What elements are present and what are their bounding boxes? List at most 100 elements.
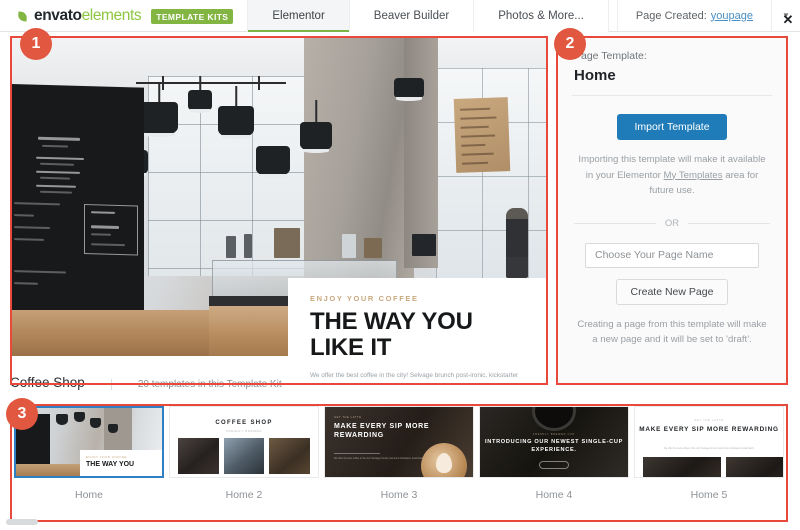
thumb2-image-2 bbox=[223, 438, 265, 474]
thumb5-kicker: GET THE LATTE bbox=[693, 419, 725, 422]
panel-divider bbox=[572, 95, 772, 96]
thumb4-button bbox=[539, 461, 569, 469]
hero-card: ENJOY YOUR COFFEE THE WAY YOU LIKE IT We… bbox=[288, 278, 546, 383]
photo-person bbox=[506, 208, 528, 278]
thumbnail-label-home-5: Home 5 bbox=[690, 489, 728, 501]
or-line-right bbox=[688, 222, 770, 224]
photo-pendant-lamp-5 bbox=[300, 100, 332, 158]
photo-equipment-5 bbox=[364, 238, 382, 258]
tab-elementor[interactable]: Elementor bbox=[248, 0, 350, 32]
thumbnail-home-4-image: FRESHLY BREWED CUP INTRODUCING OUR NEWES… bbox=[479, 406, 629, 478]
import-note: Importing this template will make it ava… bbox=[574, 152, 770, 199]
photo-equipment-6 bbox=[412, 234, 436, 256]
template-thumbnail-strip: ENJOY YOUR COFFEE THE WAY YOU Home COFFE… bbox=[12, 406, 786, 520]
horizontal-scrollbar-handle[interactable] bbox=[6, 519, 38, 525]
photo-equipment-2 bbox=[244, 234, 252, 258]
thumb1-lamp-4 bbox=[108, 424, 118, 433]
thumbnail-label-home-2: Home 2 bbox=[225, 489, 263, 501]
page-created: Page Created: youpage bbox=[618, 0, 772, 31]
page-name-input[interactable] bbox=[585, 242, 759, 268]
thumb5-image-2 bbox=[725, 457, 783, 477]
close-icon[interactable]: ✕ bbox=[780, 12, 796, 28]
photo-pendant-lamp-1 bbox=[140, 84, 178, 144]
photo-equipment-3 bbox=[274, 228, 300, 258]
annotation-badge-3: 3 bbox=[6, 398, 38, 430]
thumb1-lamp-2 bbox=[74, 412, 85, 422]
thumb4-kicker: FRESHLY BREWED CUP bbox=[532, 433, 576, 436]
logo-elements: elements bbox=[81, 7, 142, 24]
photo-chalkboard-menu bbox=[12, 84, 144, 326]
thumb5-title: MAKE EVERY SIP MORE REWARDING bbox=[639, 426, 779, 433]
thumb2-heading: COFFEE SHOP bbox=[215, 420, 273, 426]
photo-concrete-pillar bbox=[304, 38, 414, 288]
or-label: OR bbox=[664, 217, 680, 229]
topbar-spacer bbox=[609, 0, 618, 31]
tab-photos-and-more[interactable]: Photos & More... bbox=[474, 0, 609, 32]
panel-title: Home bbox=[574, 67, 616, 84]
photo-rail-drop-2 bbox=[258, 76, 260, 90]
kit-title: Coffee Shop bbox=[10, 375, 85, 390]
thumb3-rule bbox=[334, 453, 380, 454]
photo-pendant-lamp-4 bbox=[256, 146, 290, 206]
thumb1-title: THE WAY YOU bbox=[86, 461, 135, 468]
photo-equipment-4 bbox=[342, 234, 356, 258]
logo-envato: envato bbox=[34, 7, 82, 24]
thumb1-card: ENJOY YOUR COFFEE THE WAY YOU bbox=[80, 450, 162, 476]
template-kits-badge: TEMPLATE KITS bbox=[151, 8, 234, 24]
thumbnail-home-2[interactable]: COFFEE SHOP FRESHLY BREWED Home 2 bbox=[167, 406, 321, 520]
or-divider: OR bbox=[574, 218, 770, 229]
template-preview[interactable]: ENJOY YOUR COFFEE THE WAY YOU LIKE IT We… bbox=[12, 38, 546, 383]
annotation-badge-1: 1 bbox=[20, 28, 52, 60]
hero-title: THE WAY YOU LIKE IT bbox=[310, 309, 528, 361]
thumb5-image-1 bbox=[643, 457, 721, 477]
thumb1-kicker: ENJOY YOUR COFFEE bbox=[86, 455, 127, 459]
photo-pendant-lamp-3 bbox=[218, 86, 254, 148]
tab-beaver-builder[interactable]: Beaver Builder bbox=[349, 0, 475, 32]
hero-title-line-1: THE WAY YOU bbox=[310, 308, 473, 335]
thumbnail-home-4[interactable]: FRESHLY BREWED CUP INTRODUCING OUR NEWES… bbox=[477, 406, 631, 520]
photo-pendant-lamp-6 bbox=[394, 78, 424, 104]
thumb1-lamp-1 bbox=[56, 414, 68, 425]
builder-tabs: Elementor Beaver Builder Photos & More..… bbox=[248, 0, 609, 32]
import-template-button[interactable]: Import Template bbox=[617, 114, 727, 140]
photo-hanging-paper-menu bbox=[453, 97, 511, 173]
photo-pendant-lamp-2 bbox=[188, 76, 212, 120]
thumbnail-home-3-image: GET THE LATTE MAKE EVERY SIP MORE REWARD… bbox=[324, 406, 474, 478]
thumb3-title: MAKE EVERY SIP MORE REWARDING bbox=[334, 423, 430, 439]
photo-counter-left bbox=[12, 310, 222, 356]
thumbnail-label-home: Home bbox=[74, 489, 103, 501]
annotation-badge-2: 2 bbox=[554, 28, 586, 60]
import-panel: Page Template: Home Import Template Impo… bbox=[558, 38, 786, 383]
hero-kicker: ENJOY YOUR COFFEE bbox=[310, 294, 419, 303]
panel-label: Page Template: bbox=[574, 50, 647, 62]
thumb2-image-row bbox=[178, 438, 311, 474]
kit-template-count: 20 templates in this Template Kit bbox=[110, 379, 282, 390]
thumb3-latte-art bbox=[436, 453, 452, 474]
thumb2-image-1 bbox=[178, 438, 219, 474]
logo-text: envatoelements bbox=[34, 7, 142, 25]
thumb2-image-3 bbox=[269, 438, 311, 474]
my-templates-link[interactable]: My Templates bbox=[664, 170, 723, 181]
kit-meta: Coffee Shop 20 templates in this Templat… bbox=[10, 375, 550, 390]
page-created-label: Page Created: bbox=[635, 9, 707, 22]
top-bar: envatoelements TEMPLATE KITS Elementor B… bbox=[0, 0, 800, 32]
thumb4-title: INTRODUCING OUR NEWEST SINGLE-CUP EXPERI… bbox=[484, 439, 624, 453]
photo-chalkboard-box bbox=[84, 204, 138, 256]
thumb3-sub: We offer the best coffee in the city! Se… bbox=[334, 457, 425, 460]
page-created-link[interactable]: youpage bbox=[711, 10, 753, 22]
thumbnail-home-3[interactable]: GET THE LATTE MAKE EVERY SIP MORE REWARD… bbox=[322, 406, 476, 520]
thumb1-lamp-3 bbox=[90, 418, 101, 428]
app-root: envatoelements TEMPLATE KITS Elementor B… bbox=[0, 0, 800, 530]
create-new-page-button[interactable]: Create New Page bbox=[615, 278, 729, 305]
leaf-icon bbox=[18, 12, 27, 21]
bottom-strip bbox=[0, 524, 800, 530]
thumb5-image-row bbox=[643, 457, 783, 477]
thumbnail-home-2-image: COFFEE SHOP FRESHLY BREWED bbox=[169, 406, 319, 478]
thumbnail-label-home-3: Home 3 bbox=[380, 489, 418, 501]
photo-equipment-1 bbox=[226, 236, 236, 258]
create-note: Creating a page from this template will … bbox=[577, 318, 767, 346]
thumbnail-label-home-4: Home 4 bbox=[535, 489, 573, 501]
thumbnail-home-5[interactable]: GET THE LATTE MAKE EVERY SIP MORE REWARD… bbox=[632, 406, 786, 520]
hero-title-line-2: LIKE IT bbox=[310, 333, 392, 361]
thumbnail-home-5-image: GET THE LATTE MAKE EVERY SIP MORE REWARD… bbox=[634, 406, 784, 478]
